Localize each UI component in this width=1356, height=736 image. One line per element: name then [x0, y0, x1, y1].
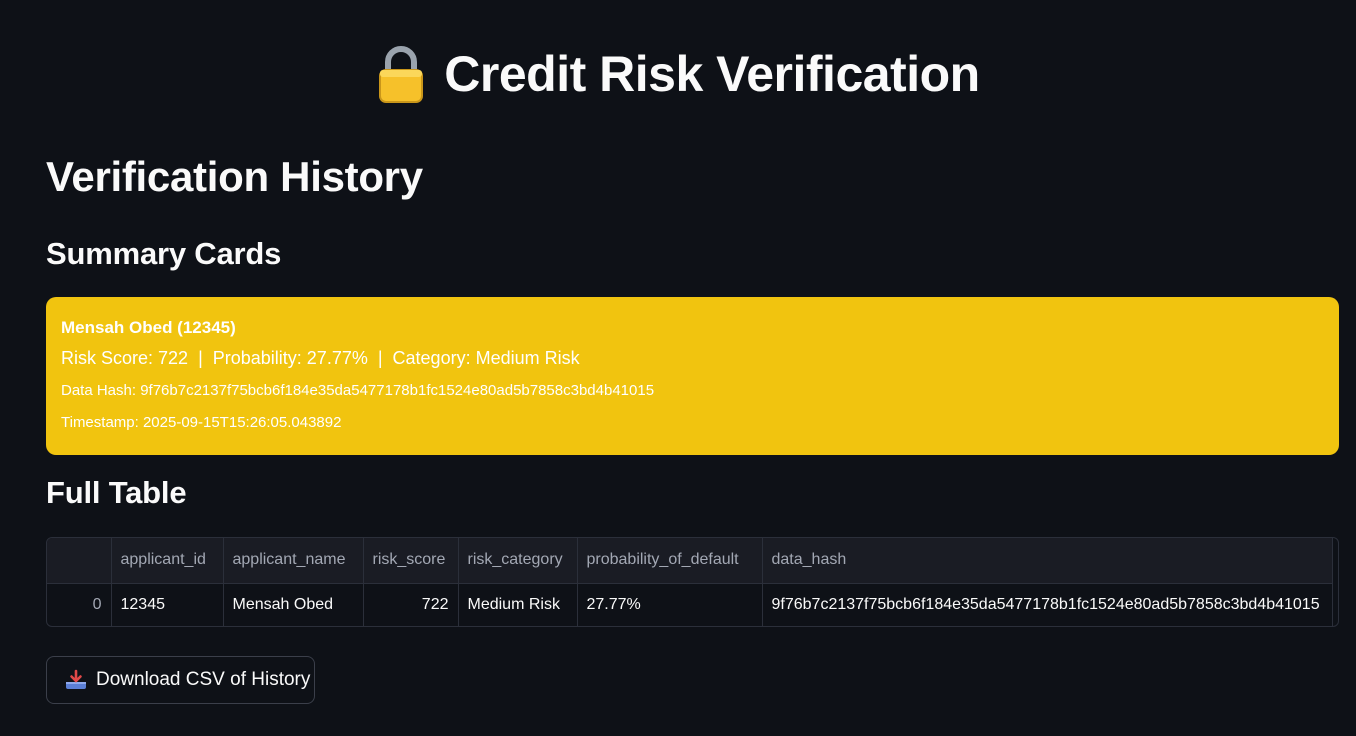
- summary-card: Mensah Obed (12345) Risk Score: 722 | Prob…: [46, 297, 1339, 455]
- history-heading: Verification History: [46, 153, 423, 200]
- risk-score-cell[interactable]: 722: [363, 583, 459, 626]
- table-row: 0 12345 Mensah Obed 722 Medium Risk 27.7…: [47, 583, 1333, 626]
- app-title: Credit Risk Verification: [0, 44, 1356, 104]
- full-table-heading: Full Table: [46, 475, 187, 510]
- download-tray-icon: [65, 669, 87, 691]
- applicant-name-cell[interactable]: Mensah Obed: [223, 583, 364, 626]
- card-category: Category: Medium Risk: [392, 348, 580, 368]
- lock-icon: [376, 44, 426, 104]
- download-csv-label: Download CSV of History: [96, 669, 311, 690]
- data-hash-cell[interactable]: 9f76b7c2137f75bcb6f184e35da5477178b1fc15…: [762, 583, 1333, 626]
- column-header-index[interactable]: [47, 538, 112, 584]
- column-header-applicant-id[interactable]: applicant_id: [111, 538, 224, 584]
- download-csv-button[interactable]: Download CSV of History: [46, 656, 315, 704]
- card-data-hash: Data Hash: 9f76b7c2137f75bcb6f184e35da54…: [61, 382, 655, 399]
- column-header-probability-of-default[interactable]: probability_of_default: [577, 538, 763, 584]
- row-index-cell[interactable]: 0: [47, 583, 112, 626]
- card-risk-score: Risk Score: 722: [61, 348, 189, 368]
- applicant-id-cell[interactable]: 12345: [111, 583, 224, 626]
- column-header-risk-category[interactable]: risk_category: [458, 538, 578, 584]
- card-separator: |: [198, 348, 203, 368]
- card-probability: Probability: 27.77%: [212, 348, 368, 368]
- card-metrics: Risk Score: 722 | Probability: 27.77% | Cate…: [61, 343, 1324, 373]
- card-applicant-name: Mensah Obed (12345): [61, 318, 236, 337]
- risk-category-cell[interactable]: Medium Risk: [458, 583, 578, 626]
- summary-cards-heading: Summary Cards: [46, 236, 282, 271]
- card-timestamp: Timestamp: 2025-09-15T15:26:05.043892: [61, 414, 342, 431]
- table-header-row: applicant_id applicant_name risk_score r…: [47, 538, 1333, 584]
- column-header-data-hash[interactable]: data_hash: [762, 538, 1333, 584]
- card-separator: |: [377, 348, 383, 368]
- column-header-applicant-name[interactable]: applicant_name: [223, 538, 364, 584]
- probability-of-default-cell[interactable]: 27.77%: [577, 583, 763, 626]
- column-header-risk-score[interactable]: risk_score: [363, 538, 459, 584]
- app-title-text: Credit Risk Verification: [444, 46, 980, 102]
- history-table[interactable]: applicant_id applicant_name risk_score r…: [46, 537, 1339, 627]
- app-page: Credit Risk Verification Verification Hi…: [0, 0, 1356, 736]
